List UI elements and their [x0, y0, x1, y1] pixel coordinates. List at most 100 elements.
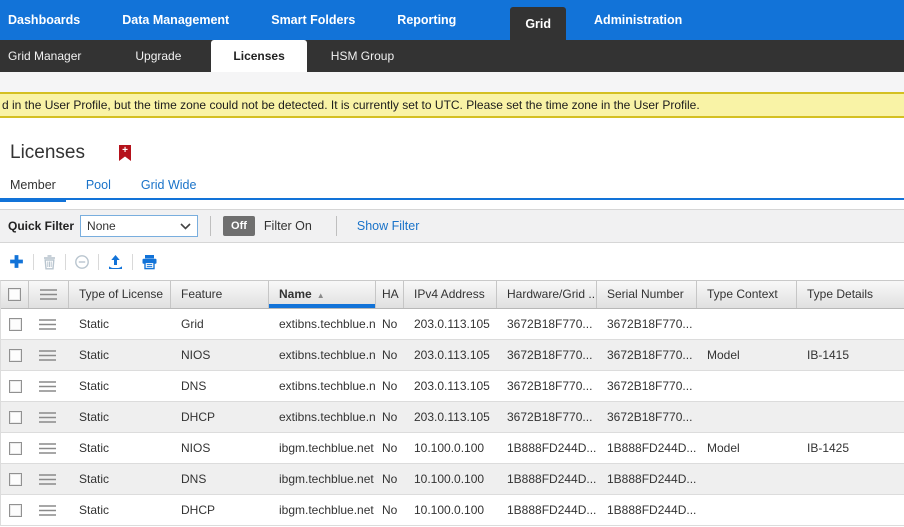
- table-row[interactable]: Static DNS ibgm.techblue.net No 10.100.0…: [1, 464, 904, 495]
- cell-ipv4: 203.0.113.105: [404, 371, 497, 401]
- col-hardware-grid-id[interactable]: Hardware/Grid ...: [497, 281, 597, 308]
- row-menu-cell: [29, 402, 69, 432]
- cell-type-context: [697, 309, 797, 339]
- quick-filter-select[interactable]: None: [80, 215, 198, 237]
- row-menu-cell: [29, 309, 69, 339]
- tab-pool[interactable]: Pool: [76, 172, 121, 198]
- nav-reporting[interactable]: Reporting: [383, 0, 470, 40]
- row-checkbox[interactable]: [9, 411, 22, 424]
- cell-hardware: 3672B18F770...: [497, 371, 597, 401]
- print-icon[interactable]: [141, 254, 158, 270]
- cell-type-details: [797, 495, 904, 525]
- cell-ipv4: 203.0.113.105: [404, 309, 497, 339]
- secondary-nav: Grid Manager Upgrade Licenses HSM Group: [0, 40, 904, 72]
- table-row[interactable]: Static DHCP extibns.techblue.net No 203.…: [1, 402, 904, 433]
- cell-type: Static: [69, 495, 171, 525]
- select-all-checkbox-cell: [1, 281, 29, 308]
- show-filter-link[interactable]: Show Filter: [357, 219, 420, 233]
- quick-filter-label: Quick Filter: [8, 219, 74, 233]
- row-checkbox-cell: [1, 340, 29, 370]
- row-checkbox[interactable]: [9, 349, 22, 362]
- row-menu-cell: [29, 371, 69, 401]
- row-checkbox[interactable]: [9, 380, 22, 393]
- row-menu-icon[interactable]: [38, 318, 57, 331]
- col-ha[interactable]: HA: [376, 281, 404, 308]
- cell-ha: No: [376, 371, 404, 401]
- row-checkbox[interactable]: [9, 318, 22, 331]
- delete-icon[interactable]: [42, 254, 57, 270]
- table-row[interactable]: Static DHCP ibgm.techblue.net No 10.100.…: [1, 495, 904, 526]
- warning-text: d in the User Profile, but the time zone…: [0, 98, 700, 112]
- cell-name: ibgm.techblue.net: [269, 495, 376, 525]
- divider: [98, 254, 99, 270]
- row-checkbox-cell: [1, 309, 29, 339]
- tab-member[interactable]: Member: [0, 172, 66, 198]
- row-menu-icon[interactable]: [38, 442, 57, 455]
- cell-feature: Grid: [171, 309, 269, 339]
- row-menu-icon[interactable]: [38, 349, 57, 362]
- cell-type-context: [697, 402, 797, 432]
- disable-icon[interactable]: [74, 254, 90, 270]
- cell-serial: 3672B18F770...: [597, 402, 697, 432]
- cell-feature: NIOS: [171, 433, 269, 463]
- cell-ha: No: [376, 309, 404, 339]
- table-row[interactable]: Static NIOS ibgm.techblue.net No 10.100.…: [1, 433, 904, 464]
- row-menu-icon[interactable]: [38, 473, 57, 486]
- row-menu-icon[interactable]: [38, 380, 57, 393]
- add-icon[interactable]: [8, 253, 25, 270]
- cell-type: Static: [69, 309, 171, 339]
- cell-type-details: [797, 402, 904, 432]
- cell-type-context: [697, 495, 797, 525]
- row-menu-icon[interactable]: [38, 504, 57, 517]
- table-row[interactable]: Static DNS extibns.techblue.net No 203.0…: [1, 371, 904, 402]
- nav-data-management[interactable]: Data Management: [108, 0, 243, 40]
- sorted-column-bar: [269, 304, 375, 308]
- cell-ha: No: [376, 402, 404, 432]
- bookmark-icon[interactable]: +: [119, 145, 131, 161]
- subnav-upgrade[interactable]: Upgrade: [121, 40, 195, 72]
- select-all-checkbox[interactable]: [8, 288, 21, 301]
- cell-type-details: [797, 371, 904, 401]
- subnav-hsm-group[interactable]: HSM Group: [317, 40, 408, 72]
- subnav-grid-manager[interactable]: Grid Manager: [0, 40, 95, 72]
- row-checkbox[interactable]: [9, 442, 22, 455]
- cell-hardware: 1B888FD244D...: [497, 464, 597, 494]
- cell-feature: DHCP: [171, 495, 269, 525]
- table-toolbar: [0, 243, 904, 280]
- col-ipv4-address[interactable]: IPv4 Address: [404, 281, 497, 308]
- table-row[interactable]: Static NIOS extibns.techblue.net No 203.…: [1, 340, 904, 371]
- nav-administration[interactable]: Administration: [580, 0, 696, 40]
- cell-ha: No: [376, 340, 404, 370]
- col-type-details[interactable]: Type Details: [797, 281, 904, 308]
- row-menu-icon[interactable]: [38, 411, 57, 424]
- cell-ipv4: 10.100.0.100: [404, 464, 497, 494]
- col-name[interactable]: Name▲: [269, 281, 376, 308]
- table-row[interactable]: Static Grid extibns.techblue.net No 203.…: [1, 309, 904, 340]
- cell-feature: DNS: [171, 371, 269, 401]
- cell-name: ibgm.techblue.net: [269, 464, 376, 494]
- col-type-of-license[interactable]: Type of License: [69, 281, 171, 308]
- cell-type-details: [797, 464, 904, 494]
- nav-smart-folders[interactable]: Smart Folders: [257, 0, 369, 40]
- export-icon[interactable]: [107, 254, 124, 270]
- page-title: Licenses: [10, 142, 85, 164]
- cell-name: extibns.techblue.net: [269, 371, 376, 401]
- timezone-warning-banner: d in the User Profile, but the time zone…: [0, 92, 904, 118]
- nav-grid[interactable]: Grid: [510, 7, 566, 40]
- col-serial-number[interactable]: Serial Number: [597, 281, 697, 308]
- quick-filter-value: None: [87, 219, 116, 233]
- col-feature[interactable]: Feature: [171, 281, 269, 308]
- sort-asc-icon: ▲: [317, 291, 325, 300]
- filter-toggle-button[interactable]: Off: [223, 216, 255, 236]
- row-checkbox[interactable]: [9, 504, 22, 517]
- cell-ha: No: [376, 433, 404, 463]
- col-type-context[interactable]: Type Context: [697, 281, 797, 308]
- row-checkbox-cell: [1, 402, 29, 432]
- row-checkbox[interactable]: [9, 473, 22, 486]
- tab-grid-wide[interactable]: Grid Wide: [131, 172, 207, 198]
- cell-serial: 1B888FD244D...: [597, 495, 697, 525]
- nav-dashboards[interactable]: Dashboards: [0, 0, 94, 40]
- subnav-licenses[interactable]: Licenses: [211, 40, 306, 72]
- cell-type: Static: [69, 464, 171, 494]
- cell-type-details: [797, 309, 904, 339]
